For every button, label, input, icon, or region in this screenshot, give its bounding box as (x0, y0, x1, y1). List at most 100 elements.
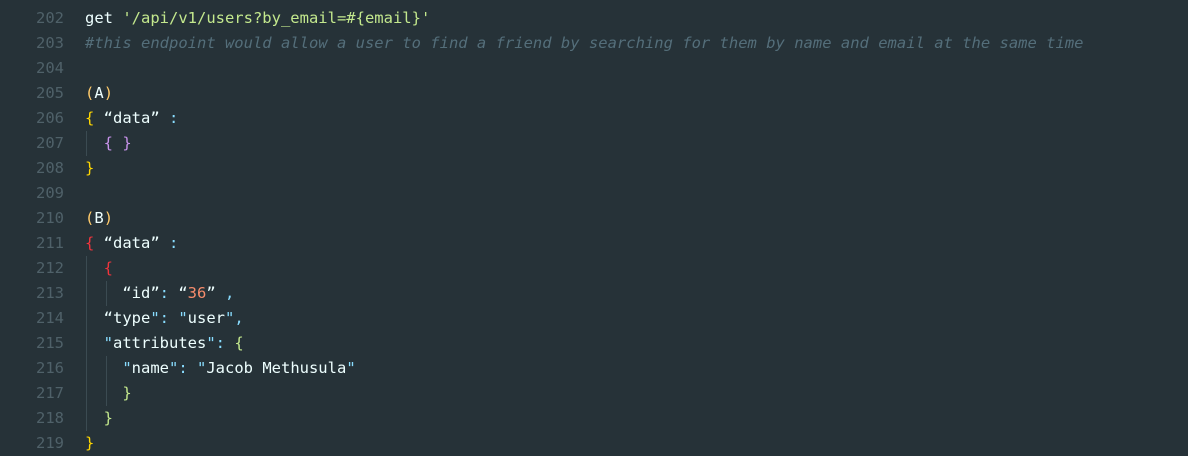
code-token: ) (103, 84, 114, 102)
line-number: 207 (36, 134, 64, 152)
code-token: : (169, 109, 179, 127)
code-text: “id”: “36” , (85, 281, 234, 306)
code-token: “ (178, 284, 188, 302)
code-token: { (103, 259, 114, 277)
code-token: " (346, 359, 356, 377)
line-number: 208 (36, 159, 64, 177)
code-token: user (187, 309, 225, 327)
code-line[interactable]: 211 { “data” : (0, 231, 1188, 256)
line-number: 214 (36, 309, 64, 327)
line-number: 219 (36, 434, 64, 452)
code-token: B (94, 209, 104, 227)
code-token: ": " (169, 359, 207, 377)
code-text: “type": "user", (85, 306, 244, 331)
code-token: { (85, 234, 95, 252)
code-line[interactable]: 219} (0, 431, 1188, 456)
code-token: : (159, 284, 179, 302)
code-text: } (85, 156, 94, 181)
line-number: 205 (36, 84, 64, 102)
line-number: 215 (36, 334, 64, 352)
code-line[interactable]: 206 { “data” : (0, 106, 1188, 131)
code-line[interactable]: 217 } (0, 381, 1188, 406)
line-number: 209 (36, 184, 64, 202)
line-number: 212 (36, 259, 64, 277)
code-token: ( (85, 84, 95, 102)
line-number: 202 (36, 9, 64, 27)
code-line[interactable]: 212 { (0, 256, 1188, 281)
code-line[interactable]: 215 "attributes": { (0, 331, 1188, 356)
code-text: { “data” : (85, 231, 178, 256)
code-line[interactable]: 216 "name": "Jacob Methusula" (0, 356, 1188, 381)
code-line[interactable]: 214 “type": "user", (0, 306, 1188, 331)
line-number: 211 (36, 234, 64, 252)
code-token: ) (103, 209, 114, 227)
code-line[interactable]: 209 (0, 181, 1188, 206)
line-number: 213 (36, 284, 64, 302)
code-text: { (85, 256, 113, 281)
code-line[interactable]: 208} (0, 156, 1188, 181)
code-token: { } (103, 134, 132, 152)
code-token: { (234, 334, 244, 352)
code-line[interactable]: 218 } (0, 406, 1188, 431)
code-token: get (85, 9, 123, 27)
code-line[interactable]: 203 #this endpoint would allow a user to … (0, 31, 1188, 56)
code-token: Jacob Methusula (206, 359, 347, 377)
code-token: ( (85, 209, 95, 227)
line-number: 203 (36, 34, 64, 52)
code-token: '/api/v1/users?by_email=#{email}' (122, 9, 431, 27)
code-line[interactable]: 205 (A) (0, 81, 1188, 106)
code-token: attributes (113, 334, 207, 352)
editor-lines[interactable]: 202 get '/api/v1/users?by_email=#{email}'… (0, 6, 1188, 456)
code-text: "attributes": { (85, 331, 244, 356)
code-token: 36 (187, 284, 207, 302)
code-token: " (103, 334, 114, 352)
code-token: } (85, 159, 95, 177)
line-number: 218 (36, 409, 64, 427)
code-text: (B) (85, 206, 113, 231)
code-token: A (94, 84, 104, 102)
code-token: " (122, 359, 132, 377)
code-token: : (169, 234, 179, 252)
code-token: “type (85, 309, 151, 327)
code-line[interactable]: 210 (B) (0, 206, 1188, 231)
code-text: "name": "Jacob Methusula" (85, 356, 356, 381)
code-token: } (122, 384, 132, 402)
code-token: #this endpoint would allow a user to fin… (85, 34, 1084, 52)
code-text: } (85, 431, 94, 456)
code-line[interactable]: 207 { } (0, 131, 1188, 156)
code-text: { } (85, 131, 132, 156)
code-token: name (131, 359, 169, 377)
code-token: ": " (150, 309, 188, 327)
code-line[interactable]: 204 (0, 56, 1188, 81)
line-number: 210 (36, 209, 64, 227)
code-token: “data” (94, 234, 169, 252)
line-number: 217 (36, 384, 64, 402)
code-token: { (85, 109, 95, 127)
code-token: ” (206, 284, 226, 302)
code-token: } (85, 434, 95, 452)
code-text: #this endpoint would allow a user to fin… (85, 31, 1084, 56)
code-text: } (85, 406, 113, 431)
code-token: } (103, 409, 114, 427)
code-token: , (225, 284, 235, 302)
code-text: (A) (85, 81, 113, 106)
code-text: { “data” : (85, 106, 178, 131)
code-line[interactable]: 213 “id”: “36” , (0, 281, 1188, 306)
code-token: ", (224, 309, 244, 327)
code-editor: { "colors": { "background": "#263238", "… (0, 0, 1188, 456)
code-token: ": (206, 334, 235, 352)
code-token: “data” (94, 109, 169, 127)
code-token: “id” (85, 284, 160, 302)
code-text: } (85, 381, 132, 406)
line-number: 216 (36, 359, 64, 377)
line-number: 204 (36, 59, 64, 77)
line-number: 206 (36, 109, 64, 127)
code-text: get '/api/v1/users?by_email=#{email}' (85, 6, 430, 31)
code-line[interactable]: 202 get '/api/v1/users?by_email=#{email}' (0, 6, 1188, 31)
